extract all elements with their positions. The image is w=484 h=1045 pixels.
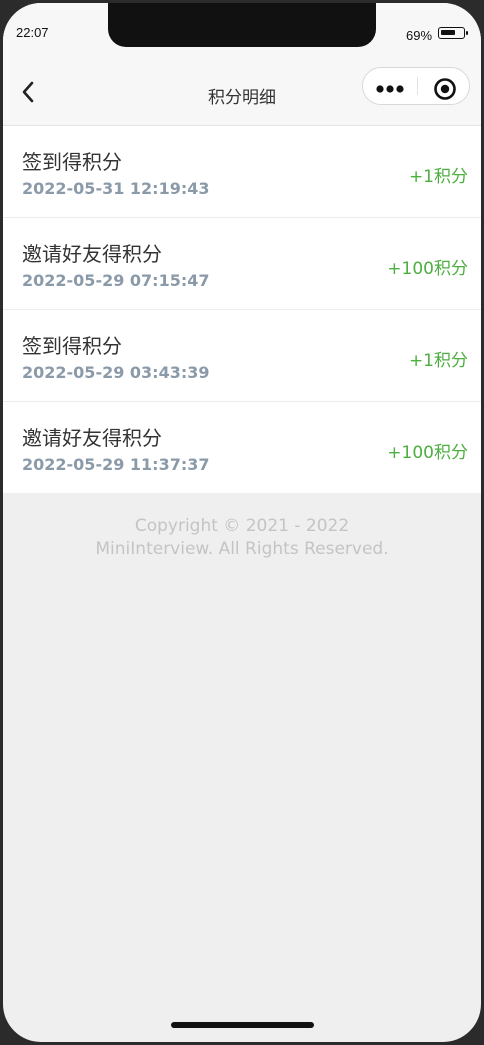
battery-icon [438, 27, 468, 39]
copyright-line: Copyright © 2021 - 2022 [134, 516, 350, 536]
record-time: 2022-05-31 12:19:43 [22, 179, 210, 198]
list-item[interactable]: 邀请好友得积分 2022-05-29 11:37:37 +100积分 [3, 402, 481, 493]
header: 22:07 69% 积分明细 [3, 3, 481, 126]
copyright-footer: Copyright © 2021 - 2022 MiniInterview. A… [3, 515, 481, 561]
record-time: 2022-05-29 11:37:37 [22, 455, 210, 474]
mini-program-capsule [362, 67, 470, 105]
home-indicator[interactable] [171, 1022, 314, 1028]
record-points: +1积分 [408, 167, 468, 187]
list-item[interactable]: 签到得积分 2022-05-31 12:19:43 +1积分 [3, 126, 481, 218]
more-dots-icon [376, 85, 404, 93]
more-button[interactable] [363, 68, 417, 104]
target-close-icon [434, 78, 456, 100]
points-record-list: 签到得积分 2022-05-31 12:19:43 +1积分 邀请好友得积分 2… [3, 126, 481, 493]
phone-screen: 22:07 69% 积分明细 签到得积分 2022-05-31 12:19:43… [3, 3, 481, 1042]
status-time: 22:07 [16, 25, 49, 40]
record-time: 2022-05-29 03:43:39 [22, 363, 210, 382]
record-title: 签到得积分 [22, 334, 122, 358]
record-title: 签到得积分 [22, 150, 122, 174]
list-item[interactable]: 签到得积分 2022-05-29 03:43:39 +1积分 [3, 310, 481, 402]
battery-level [441, 30, 455, 35]
record-time: 2022-05-29 07:15:47 [22, 271, 210, 290]
record-title: 邀请好友得积分 [22, 242, 162, 266]
record-points: +100积分 [387, 259, 468, 279]
list-item[interactable]: 邀请好友得积分 2022-05-29 07:15:47 +100积分 [3, 218, 481, 310]
close-button[interactable] [418, 68, 470, 104]
device-notch [108, 3, 376, 47]
record-points: +1积分 [408, 351, 468, 371]
copyright-owner-line: MiniInterview. All Rights Reserved. [95, 539, 389, 559]
record-points: +100积分 [387, 443, 468, 463]
record-title: 邀请好友得积分 [22, 426, 162, 450]
battery-percentage: 69% [406, 28, 433, 43]
